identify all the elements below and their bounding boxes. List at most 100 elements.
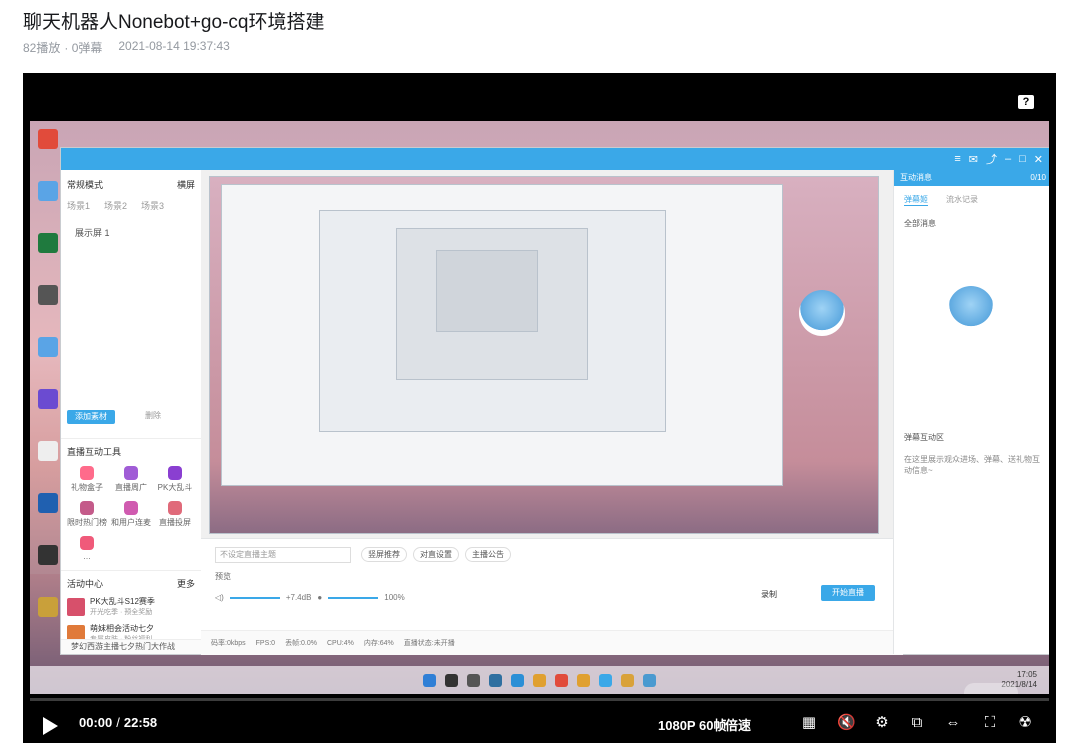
start-live-button[interactable]: 开始直播 — [821, 585, 875, 601]
live-app-window: ≡ ✉ ⤴ – □ ✕ 常规模式 横屏 场景1 场景2 场景3 展示屏 1 添加… — [60, 147, 1049, 655]
menu-icon[interactable]: ≡ — [954, 153, 960, 165]
speaker-db: +7.4dB — [285, 593, 312, 602]
speaker-icon[interactable]: ◁) — [215, 593, 224, 602]
fullscreen-icon[interactable]: ⛶ — [981, 715, 999, 731]
mascot-image — [799, 290, 845, 336]
preview-toggle[interactable]: 预览 — [215, 571, 231, 582]
minimize-icon[interactable]: – — [1005, 153, 1011, 165]
duration: 22:58 — [123, 715, 158, 730]
delete-button[interactable]: 删除 — [145, 410, 161, 421]
app-icon — [38, 285, 58, 305]
add-source-button[interactable]: 添加素材 — [67, 410, 115, 424]
app-titlebar: ≡ ✉ ⤴ – □ ✕ — [61, 148, 1049, 170]
chrome-icon — [38, 129, 58, 149]
mute-icon[interactable]: 🔇 — [837, 715, 856, 731]
app-icon[interactable] — [621, 673, 634, 687]
chrome-icon[interactable] — [577, 673, 590, 687]
video-title: 聊天机器人Nonebot+go-cq环境搭建 — [23, 12, 325, 33]
chip-vertical[interactable]: 竖屏推荐 — [361, 547, 407, 562]
tray-time: 17:05 — [1016, 670, 1037, 679]
video-frame[interactable]: ≡ ✉ ⤴ – □ ✕ 常规模式 横屏 场景1 场景2 场景3 展示屏 1 添加… — [30, 121, 1049, 694]
tab-scene-2[interactable]: 场景2 — [104, 199, 127, 212]
interact-tools: 直播互动工具 礼物盒子 直播周广 PK大乱斗 限时热门榜 和用户连麦 直播投屏 … — [61, 438, 201, 567]
quality-button[interactable]: 1080P 60帧 — [658, 715, 726, 734]
widescreen-icon[interactable]: ⇔ — [944, 715, 962, 731]
mic-pct: 100% — [384, 593, 405, 602]
danmaku-count: · 0弹幕 — [64, 41, 103, 55]
tab-flow[interactable]: 流水记录 — [946, 194, 978, 206]
interact-title: 直播互动工具 — [67, 447, 122, 457]
status-bar: 码率:0kbps FPS:0 丢帧:0.0% CPU:4% 内存:64% 直播状… — [201, 630, 903, 655]
mic-icon[interactable]: ● — [317, 593, 322, 602]
tool-link-mic[interactable]: 和用户连麦 — [111, 501, 151, 528]
radiation-icon[interactable]: ☢ — [1016, 715, 1034, 731]
pip-icon[interactable]: ⧉ — [908, 715, 926, 731]
record-button[interactable]: 录制 — [761, 589, 777, 600]
right-panel: 互动消息 0/10 弹幕姬 流水记录 全部消息 弹幕互动区 在这里展示观众进场、… — [893, 170, 1049, 654]
tab-scene-1[interactable]: 场景1 — [67, 199, 90, 212]
play-count: 82播放 — [23, 41, 61, 55]
excel-icon — [38, 233, 58, 253]
share-icon[interactable]: ⤴ — [986, 151, 997, 167]
app-icon[interactable] — [599, 673, 612, 687]
video-meta: 82播放 · 0弹幕 2021-08-14 19:37:43 — [23, 39, 230, 56]
chip-settings[interactable]: 对直设置 — [413, 547, 459, 562]
footer-notice[interactable]: 梦幻西游主播七夕热门大作战 — [61, 639, 201, 654]
settings-icon[interactable]: ⚙ — [873, 715, 891, 731]
tab-danmaku[interactable]: 弹幕姬 — [904, 194, 928, 206]
player-controls: 00:00/22:58 1080P 60帧 倍速 ▦ 🔇 ⚙ ⧉ ⇔ ⛶ ☢ — [23, 708, 1056, 740]
tool-hot-rank[interactable]: 限时热门榜 — [67, 501, 107, 528]
live-title-input[interactable]: 不设定直播主题 — [215, 547, 351, 563]
tool-cast[interactable]: 直播投屏 — [155, 501, 195, 528]
chip-notice[interactable]: 主播公告 — [465, 547, 511, 562]
activity-more[interactable]: 更多 — [177, 577, 195, 590]
app-icon — [38, 493, 58, 513]
app-icon[interactable] — [555, 673, 568, 687]
tool-gift-box[interactable]: 礼物盒子 — [67, 466, 107, 493]
video-player[interactable]: ? ≡ ✉ ⤴ – □ ✕ 常规模式 横屏 场景1 场景2 场景3 展示屏 1 … — [23, 73, 1056, 743]
tool-pk[interactable]: PK大乱斗 — [155, 466, 195, 493]
app-icon[interactable] — [489, 673, 502, 687]
game-icon — [38, 597, 58, 617]
message-filter[interactable]: 全部消息 — [894, 214, 1049, 233]
activity-title: 活动中心 — [67, 579, 104, 589]
task-view-icon[interactable] — [467, 673, 480, 687]
scene-item[interactable]: 展示屏 1 — [61, 216, 201, 249]
mic-slider[interactable] — [328, 596, 379, 599]
publish-date: 2021-08-14 19:37:43 — [118, 39, 230, 53]
file-icon — [38, 441, 58, 461]
search-icon[interactable] — [445, 673, 458, 687]
close-icon[interactable]: ✕ — [1034, 153, 1043, 166]
right-header: 互动消息 — [900, 173, 932, 182]
mascot-image — [948, 286, 994, 332]
left-panel: 常规模式 横屏 场景1 场景2 场景3 展示屏 1 添加素材 删除 直播互动工具… — [61, 170, 202, 654]
tab-scene-3[interactable]: 场景3 — [141, 199, 164, 212]
app-icon — [38, 181, 58, 201]
edge-icon[interactable] — [511, 673, 524, 687]
nested-app — [436, 250, 538, 332]
app-icon[interactable] — [643, 673, 656, 687]
scene-mode: 常规模式 — [67, 180, 104, 190]
start-icon[interactable] — [423, 673, 436, 687]
taskbar: 17:05 2021/8/14 — [30, 666, 1049, 694]
big-play-icon[interactable] — [964, 683, 1018, 694]
speaker-slider[interactable] — [229, 596, 280, 599]
live-controls: 不设定直播主题 竖屏推荐 对直设置 主播公告 预览 ◁) +7.4dB ● 10… — [201, 538, 893, 631]
bilibili-icon — [38, 337, 58, 357]
help-icon[interactable]: ? — [1018, 95, 1034, 109]
play-icon[interactable] — [43, 717, 58, 735]
volume-row: ◁) +7.4dB ● 100% — [215, 593, 405, 602]
activity-item[interactable]: PK大乱斗S12赛季 开光吃季 · 预全奖励 — [67, 596, 195, 617]
danmaku-toggle-icon[interactable]: ▦ — [800, 715, 818, 731]
folder-icon[interactable] — [533, 673, 546, 687]
tool-more[interactable]: … — [67, 536, 107, 561]
app-icon — [38, 545, 58, 565]
danmaku-tip: 在这里展示观众进场、弹幕、送礼物互动信息~ — [904, 455, 1040, 475]
maximize-icon[interactable]: □ — [1019, 153, 1026, 165]
activity-center: 活动中心 更多 PK大乱斗S12赛季开光吃季 · 预全奖励 萌妹相会活动七夕专属… — [61, 570, 201, 650]
scene-edit[interactable]: 横屏 — [177, 178, 195, 191]
tool-promo[interactable]: 直播周广 — [111, 466, 151, 493]
mail-icon[interactable]: ✉ — [969, 153, 978, 166]
progress-bar[interactable] — [30, 698, 1049, 701]
speed-button[interactable]: 倍速 — [725, 715, 751, 734]
